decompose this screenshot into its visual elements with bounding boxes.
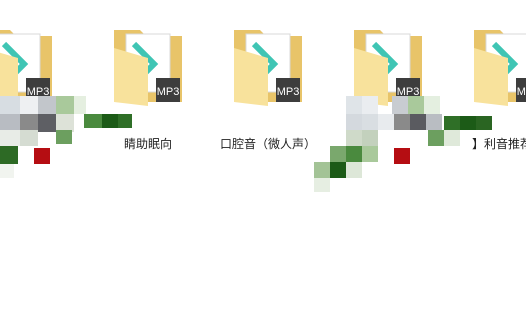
mp3-folder-icon: MP3: [354, 30, 422, 106]
mp3-folder-icon: MP3: [234, 30, 302, 106]
file-explorer-view: MP3 MP3 睛助眠向 MP3 口腔音（微人声） MP3 M 】利音推荐: [0, 0, 526, 326]
mp3-folder-icon: MP3: [474, 30, 526, 106]
mp3-folder-icon: MP3: [0, 30, 52, 106]
folder-label: 睛助眠向: [123, 137, 172, 151]
mp3-badge: MP3: [517, 86, 526, 98]
mp3-badge: MP3: [27, 86, 50, 98]
mp3-badge: MP3: [397, 86, 420, 98]
folder-label: 】利音推荐】: [471, 137, 526, 151]
mp3-folder-icon: MP3: [114, 30, 182, 106]
mp3-badge: MP3: [277, 86, 300, 98]
mp3-badge: MP3: [157, 86, 180, 98]
folder-label: 口腔音（微人声）: [219, 137, 316, 151]
